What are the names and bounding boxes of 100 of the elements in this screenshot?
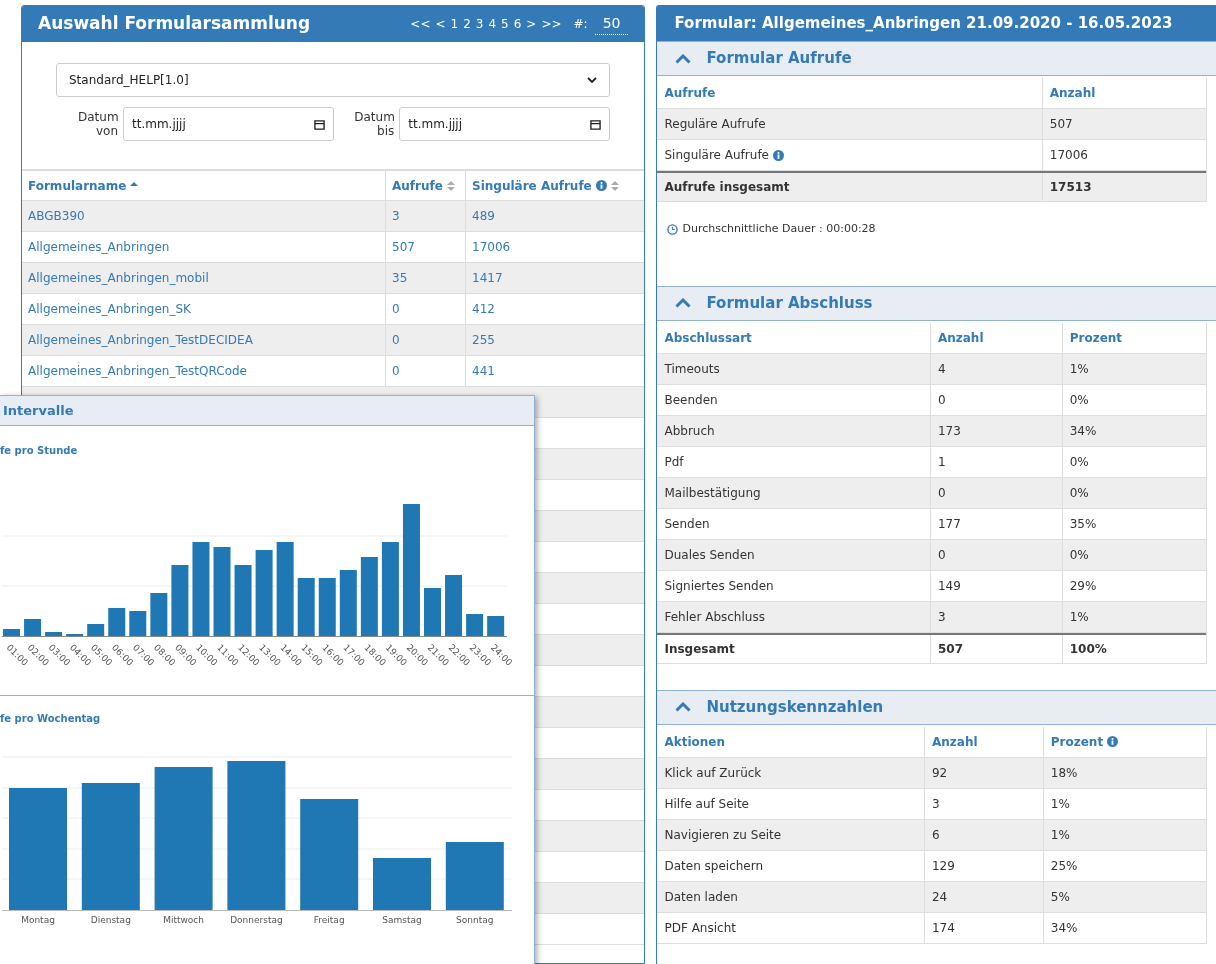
table-cell: 174 [923,912,1043,943]
chart-bar [373,858,431,910]
chart-bar [424,588,441,636]
table-cell-text: Timeouts [663,360,721,378]
date-field[interactable]: tt.mm.jjjj [399,107,611,141]
clock-icon [667,223,679,235]
panel-title: Formular: Allgemeines_Anbringen 21.09.2020 - 16.05.2023 [674,13,1173,35]
table-cell: 1% [1061,601,1207,632]
chart-title: fe pro Stunde [0,445,79,457]
table-cell-text: Klick auf Zurück [663,764,763,782]
chart-bar [234,565,252,636]
form-link[interactable]: Allgemeines_Anbringen [22,232,385,262]
pagination-link[interactable]: << [409,15,432,33]
table-cell-text: Mailbestätigung [663,484,762,502]
table-cell: 507 [1041,109,1207,139]
pagination-link[interactable]: > [525,15,538,33]
table-cell-text: Aufrufe insgesamt [663,179,791,196]
section-header[interactable]: Formular Aufrufe [657,41,1216,76]
form-link[interactable]: Allgemeines_Anbringen_mobil [22,263,385,293]
table-cell: 17006 [465,232,645,262]
table-cell: 35 [385,263,465,293]
table-cell-text: Abbruch [663,422,716,440]
section-header[interactable]: Nutzungskennzahlen [657,689,1216,725]
table-cell-text: PDF Ansicht [663,919,737,937]
table-cell: 0% [1061,477,1207,508]
pagination-link[interactable]: 1 [449,15,460,33]
table-cell: 0% [1061,384,1207,415]
pagination-link[interactable]: 3 [474,15,485,33]
chart-bar [150,593,168,636]
calendar-icon[interactable] [590,118,602,130]
axis-label: Donnerstag [230,915,283,925]
table-cell: 1417 [465,263,645,293]
sort-icon[interactable] [446,180,455,191]
table-cell: 29% [1061,570,1207,601]
info-icon [1107,736,1119,747]
table-cell-text: Daten speichern [663,857,765,875]
chart-bar [171,565,189,636]
chart-title: fe pro Wochentag [0,713,102,725]
table-cell-text: Pdf [663,453,685,471]
pagination-link[interactable]: 6 [512,15,523,33]
calendar-icon[interactable] [314,118,326,130]
column-header: Anzahl [1041,78,1207,108]
column-header[interactable]: Singuläre Aufrufe [465,171,645,200]
section-header[interactable]: Formular Abschluss [657,285,1216,321]
table-cell: 17006 [1041,140,1207,170]
form-link[interactable]: Allgemeines_Anbringen_TestDECIDEA [22,325,385,355]
chart-bar [108,608,126,636]
table-cell: 5% [1042,881,1207,912]
chevron-up-icon[interactable] [675,53,692,64]
pagination-link[interactable]: >> [540,15,563,33]
table-cell: 0% [1061,446,1207,477]
table-cell: 0 [385,294,465,324]
chevron-up-icon[interactable] [675,298,692,308]
table-cell: 92 [923,757,1043,788]
table-cell-text: Insgesamt [663,640,736,658]
table-cell-text: Fehler Abschluss [663,608,766,626]
table-cell: 0 [929,477,1062,508]
chart-bar [445,575,463,636]
form-link[interactable]: Allgemeines_Anbringen_TestQRCode [22,356,385,386]
select-dropdown[interactable]: Standard_HELP[1.0] [56,63,611,97]
field-label: Datum bis [354,110,395,138]
date-field[interactable]: tt.mm.jjjj [123,107,335,141]
table-cell: 0% [1061,539,1207,570]
page-size-label: #: [573,16,588,33]
info-icon [595,180,607,191]
table-cell: 0 [385,356,465,386]
chart-bar [297,578,315,636]
pagination-link[interactable]: < [434,15,447,33]
chart-bar [466,614,484,636]
axis-label: Samstag [382,915,422,925]
table-cell: 0 [929,539,1062,570]
pagination-link[interactable]: 4 [487,15,498,33]
sort-icon[interactable] [610,180,619,191]
table-cell: 412 [465,294,645,324]
chevron-up-icon[interactable] [675,702,692,712]
chart-bar [87,624,105,636]
column-header[interactable]: Aufrufe [385,171,465,200]
column-header[interactable]: Formularname [22,171,385,200]
table-cell: 6 [923,819,1043,850]
table-cell: 1 [929,446,1062,477]
table-cell: 1% [1061,353,1207,384]
chart-bar [445,842,504,910]
table-cell: 1% [1042,788,1207,819]
table-cell: 489 [465,201,645,231]
column-header: Aufrufe [663,85,717,102]
axis-label: Mittwoch [163,915,204,925]
form-link[interactable]: Allgemeines_Anbringen_SK [22,294,385,324]
form-link[interactable]: ABGB390 [22,201,385,231]
column-header: Anzahl [929,322,1062,353]
chart-bar [3,629,20,636]
table-cell: 149 [929,570,1062,601]
table-cell: 4 [929,353,1062,384]
table-cell: Singuläre Aufrufe [657,140,1042,170]
page-size-field[interactable]: 50 [594,13,629,35]
pagination-link[interactable]: 5 [500,15,510,33]
table-cell: 3 [385,201,465,231]
table-cell: 34% [1042,912,1207,943]
panel-title: Auswahl Formularsammlung [38,12,311,36]
table-cell-text: Daten laden [663,888,739,906]
pagination-link[interactable]: 2 [462,15,472,33]
